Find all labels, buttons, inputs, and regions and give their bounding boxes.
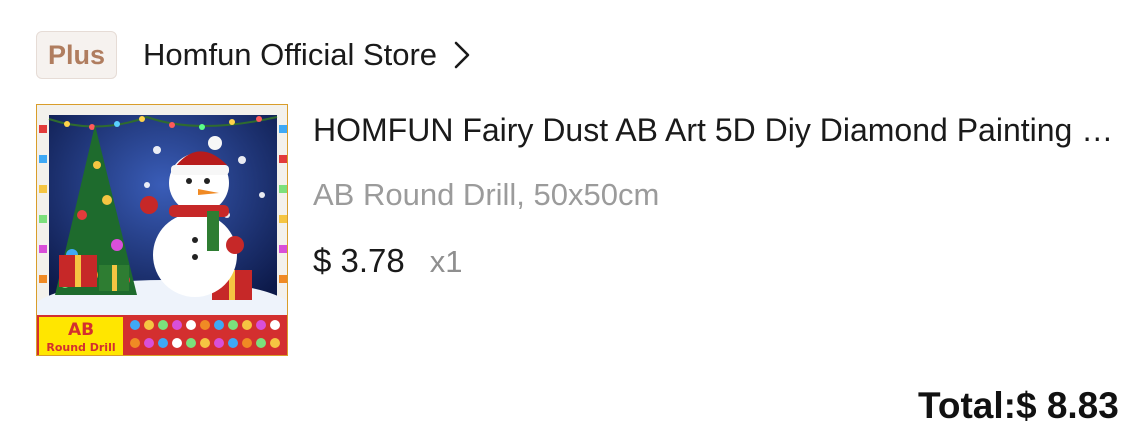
product-image[interactable]: AB Round Drill [36,104,288,356]
total-label: Total: [918,385,1016,426]
price-row: $ 3.78 x1 [313,242,1128,281]
order-total: Total:$ 8.83 [918,384,1119,428]
store-header[interactable]: Plus Homfun Official Store [36,31,471,79]
total-value: $ 8.83 [1015,385,1119,426]
product-quantity: x1 [429,244,463,279]
product-title[interactable]: HOMFUN Fairy Dust AB Art 5D Diy Diamond … [313,110,1125,150]
product-info: HOMFUN Fairy Dust AB Art 5D Diy Diamond … [313,110,1128,281]
plus-badge: Plus [36,31,117,79]
order-item-card: Plus Homfun Official Store AB Round Dril… [0,0,1130,442]
store-name[interactable]: Homfun Official Store [143,37,437,73]
image-label-round-drill: Round Drill [46,341,115,354]
chevron-right-icon[interactable] [453,40,471,70]
product-variant: AB Round Drill, 50x50cm [313,177,660,212]
image-label-ab: AB [68,320,94,340]
product-price: $ 3.78 [313,242,405,279]
